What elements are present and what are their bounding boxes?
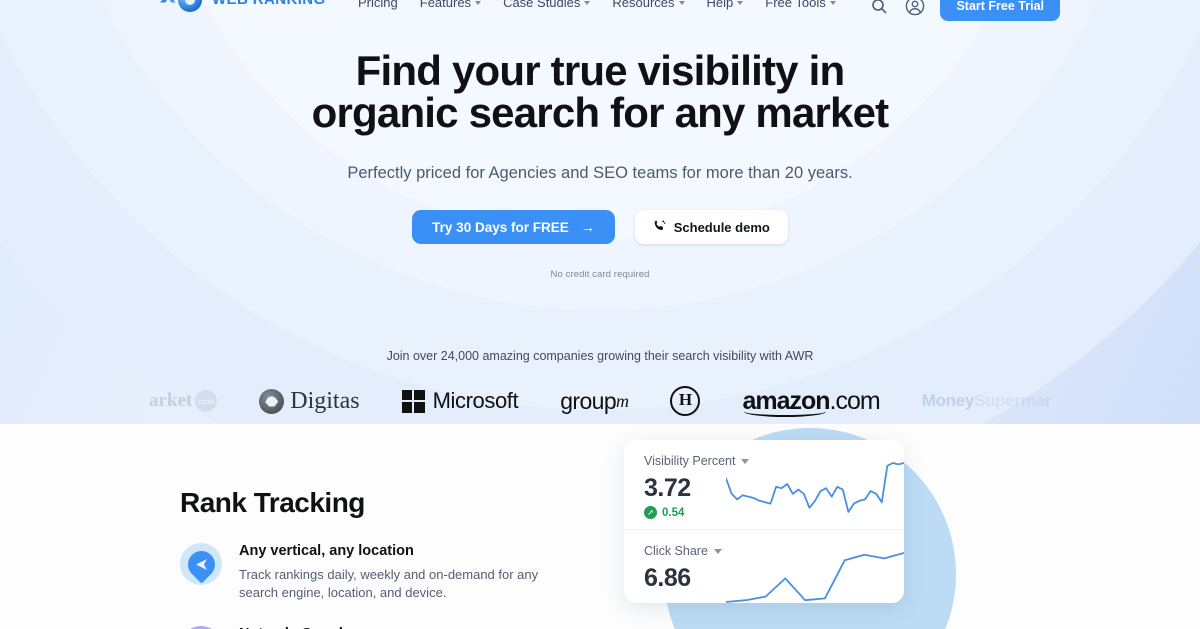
hero-section: WEB RANKING Pricing Features Case Studie… [0, 0, 1200, 424]
chevron-down-icon [829, 0, 836, 5]
logo-groupm: groupm [560, 387, 629, 415]
location-pin-icon [180, 543, 222, 585]
feature-title: Not only Google [239, 626, 351, 629]
dashboard-preview: Visibility Percent 3.72 ➚ 0.54 Click Sha… [600, 424, 1020, 629]
no-credit-card-note: No credit card required [550, 269, 650, 280]
feature-description: Track rankings daily, weekly and on-dema… [239, 567, 539, 600]
schedule-demo-label: Schedule demo [673, 219, 770, 235]
feature-any-vertical: Any vertical, any location Track ranking… [180, 543, 580, 602]
brand-name: WEB RANKING [212, 0, 326, 8]
metrics-card: Visibility Percent 3.72 ➚ 0.54 Click Sha… [624, 440, 904, 603]
logo-suffix: com [195, 390, 218, 412]
user-account-icon[interactable] [904, 0, 926, 17]
nav-label: Help [706, 0, 734, 10]
schedule-demo-button[interactable]: Schedule demo [634, 210, 788, 244]
brand-logo[interactable]: WEB RANKING [160, 0, 326, 12]
logo-text: Money [921, 391, 975, 410]
page-title: Find your true visibility in organic sea… [311, 47, 890, 136]
nav-label: Case Studies [503, 0, 581, 10]
chevron-down-icon [584, 0, 591, 5]
nav-label: Pricing [358, 0, 398, 10]
logo-text: Microsoft [432, 388, 519, 413]
section-title: Rank Tracking [180, 487, 365, 518]
logo-suffix: .com [829, 386, 881, 415]
feature-title: Any vertical, any location [239, 543, 414, 559]
logo-text: Digitas [290, 387, 360, 414]
rank-tracking-section: Rank Tracking Any vertical, any location… [0, 424, 1200, 629]
nav-item-free-tools[interactable]: Free Tools [765, 0, 836, 10]
nav-label: Resources [612, 0, 675, 10]
metric-label: Visibility Percent [644, 454, 736, 468]
chevron-down-icon [737, 0, 744, 5]
visibility-sparkline [726, 462, 904, 513]
arrow-right-icon: → [580, 219, 595, 235]
logo-suffix: Supermar [974, 391, 1052, 410]
nav-item-help[interactable]: Help [707, 0, 744, 10]
logo-amazon: amazon.com [742, 386, 881, 417]
top-navigation: WEB RANKING Pricing Features Case Studie… [0, 0, 1200, 21]
amazon-smile-icon [744, 406, 827, 417]
rank-tracking-copy: Rank Tracking Any vertical, any location… [180, 487, 580, 629]
search-engines-icon [180, 625, 222, 629]
chevron-down-icon [475, 0, 482, 5]
logo-microsoft: Microsoft [401, 388, 519, 414]
chevron-down-icon [678, 0, 685, 5]
start-free-trial-button[interactable]: Start Free Trial [940, 0, 1060, 21]
try-free-label: Try 30 Days for FREE [432, 219, 569, 235]
metric-click-share: Click Share 6.86 [624, 529, 904, 603]
nav-links: Pricing Features Case Studies Resources … [358, 0, 836, 10]
h-monogram-icon [670, 386, 701, 416]
nav-item-features[interactable]: Features [419, 0, 482, 10]
metric-visibility-percent: Visibility Percent 3.72 ➚ 0.54 [624, 440, 904, 529]
nav-item-pricing[interactable]: Pricing [358, 0, 398, 10]
chevron-down-icon [713, 548, 722, 554]
phone-icon [653, 219, 666, 235]
logo-text: arket [148, 390, 193, 411]
nav-label: Features [419, 0, 472, 10]
nav-label: Free Tools [765, 0, 826, 10]
hero-cta-row: Try 30 Days for FREE → Schedule demo [0, 210, 1200, 244]
hero-subheadline: Perfectly priced for Agencies and SEO te… [347, 164, 853, 182]
logo-market-com: arket com [148, 390, 218, 412]
nav-actions: Start Free Trial [868, 0, 1060, 21]
nav-item-case-studies[interactable]: Case Studies [503, 0, 591, 10]
click-share-sparkline [726, 552, 904, 603]
search-icon[interactable] [868, 0, 890, 17]
customer-logos: arket com Digitas Microsoft groupm H ama… [0, 381, 1200, 421]
trend-up-icon: ➚ [644, 506, 657, 519]
digitas-horse-icon [259, 388, 285, 414]
logo-text: group [560, 387, 617, 414]
logo-suffix: m [616, 390, 629, 411]
nav-item-resources[interactable]: Resources [612, 0, 685, 10]
logo-moneysupermarket: MoneySupermar [921, 391, 1052, 411]
microsoft-squares-icon [401, 389, 425, 413]
logo-h-circle [670, 386, 701, 416]
metric-label: Click Share [644, 544, 708, 558]
feature-not-only-google: Not only Google [180, 625, 580, 629]
try-free-button[interactable]: Try 30 Days for FREE → [412, 210, 615, 244]
delta-value: 0.54 [662, 506, 685, 519]
awr-logo-icon [160, 0, 206, 12]
social-proof-text: Join over 24,000 amazing companies growi… [386, 349, 814, 363]
hero-content: Find your true visibility in organic sea… [0, 0, 1200, 421]
logo-digitas: Digitas [259, 387, 360, 415]
